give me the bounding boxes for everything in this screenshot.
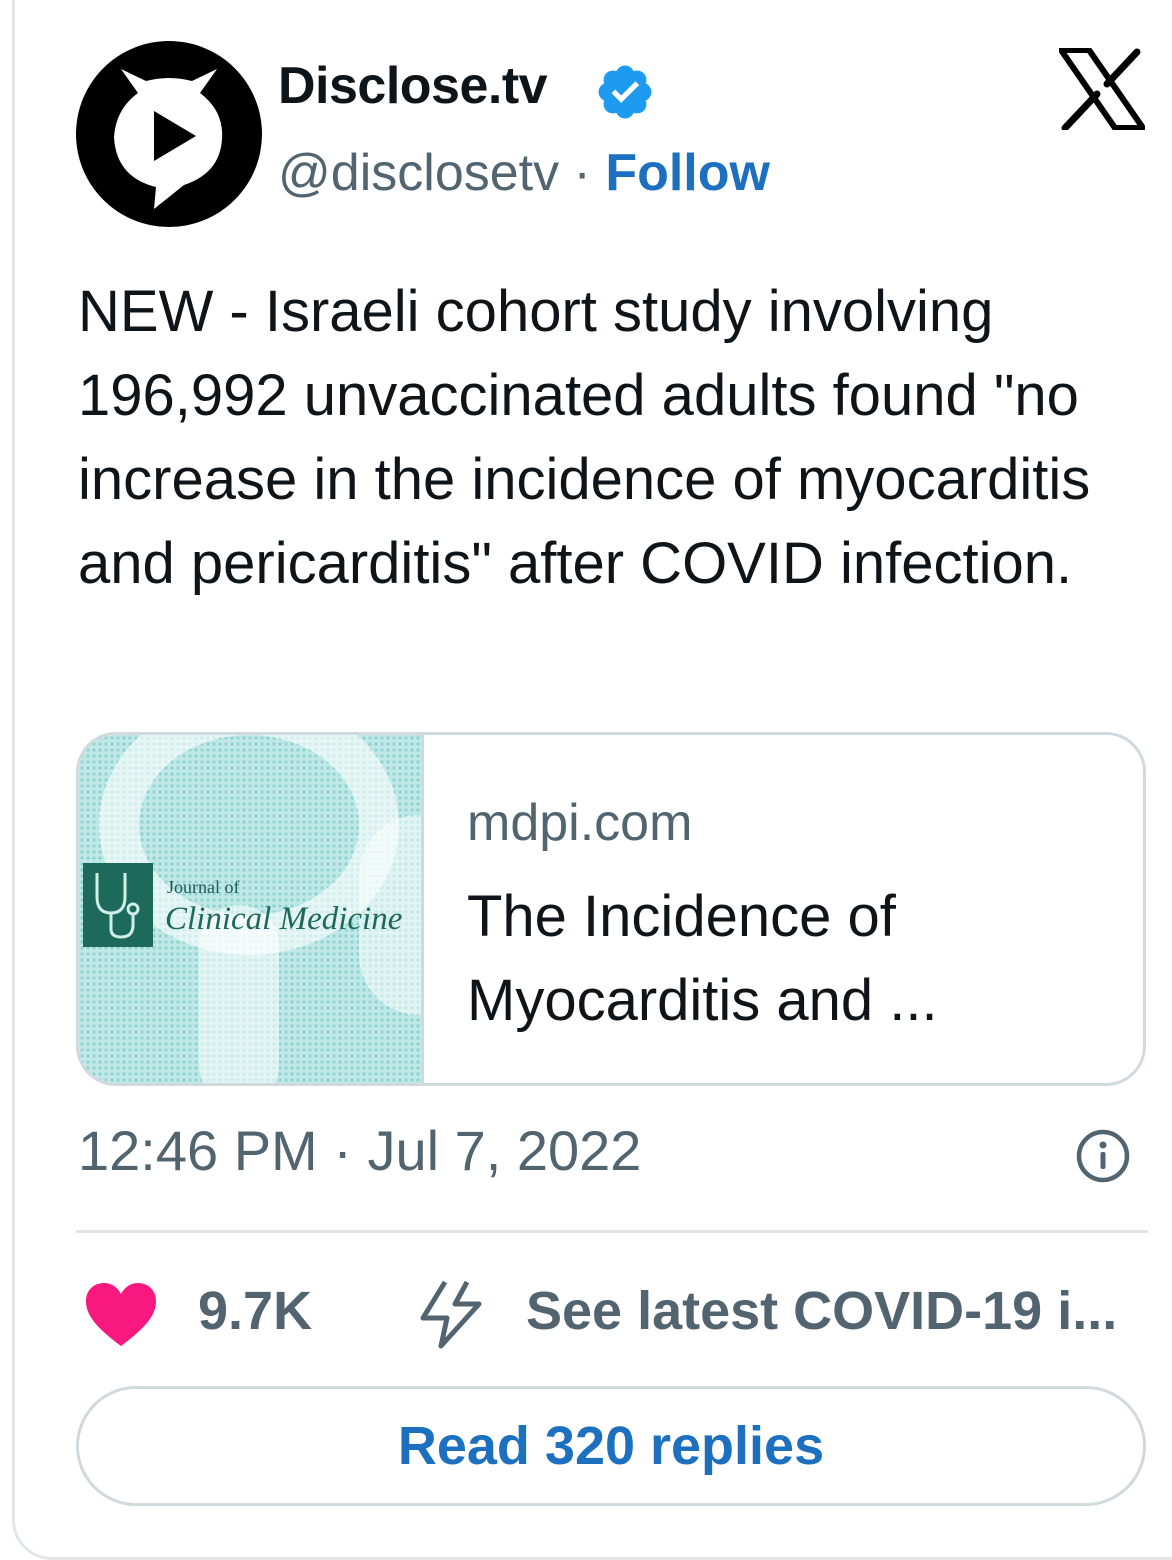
tweet-text: NEW - Israeli cohort study involving 196… — [78, 279, 1091, 596]
avatar[interactable] — [76, 41, 262, 227]
verified-badge-icon — [598, 65, 652, 119]
author-handle[interactable]: @disclosetv — [278, 144, 559, 202]
x-logo-icon[interactable] — [1059, 48, 1145, 130]
lightning-bolt-icon[interactable] — [415, 1278, 487, 1350]
journal-label-small: Journal of — [167, 877, 240, 897]
heart-icon[interactable] — [84, 1282, 158, 1348]
link-title: The Incidence of Myocarditis and ... — [467, 884, 938, 1033]
tweet-timestamp[interactable]: 12:46 PM · Jul 7, 2022 — [78, 1118, 641, 1183]
link-domain: mdpi.com — [467, 794, 693, 852]
covid-info-link[interactable]: See latest COVID-19 i... — [526, 1280, 1117, 1342]
journal-label-big: Clinical Medicine — [165, 901, 403, 937]
author-name[interactable]: Disclose.tv — [278, 56, 548, 116]
stethoscope-icon — [83, 863, 153, 947]
info-icon[interactable] — [1075, 1128, 1131, 1184]
separator: · — [559, 144, 606, 202]
like-count[interactable]: 9.7K — [198, 1280, 312, 1342]
link-preview-card[interactable]: Journal of Clinical Medicine mdpi.com Th… — [76, 732, 1146, 1086]
author-handle-row: @disclosetv · Follow — [278, 143, 770, 203]
read-replies-button[interactable]: Read 320 replies — [76, 1386, 1146, 1506]
follow-button[interactable]: Follow — [605, 144, 770, 202]
link-thumbnail: Journal of Clinical Medicine — [79, 735, 424, 1083]
divider — [76, 1230, 1148, 1233]
